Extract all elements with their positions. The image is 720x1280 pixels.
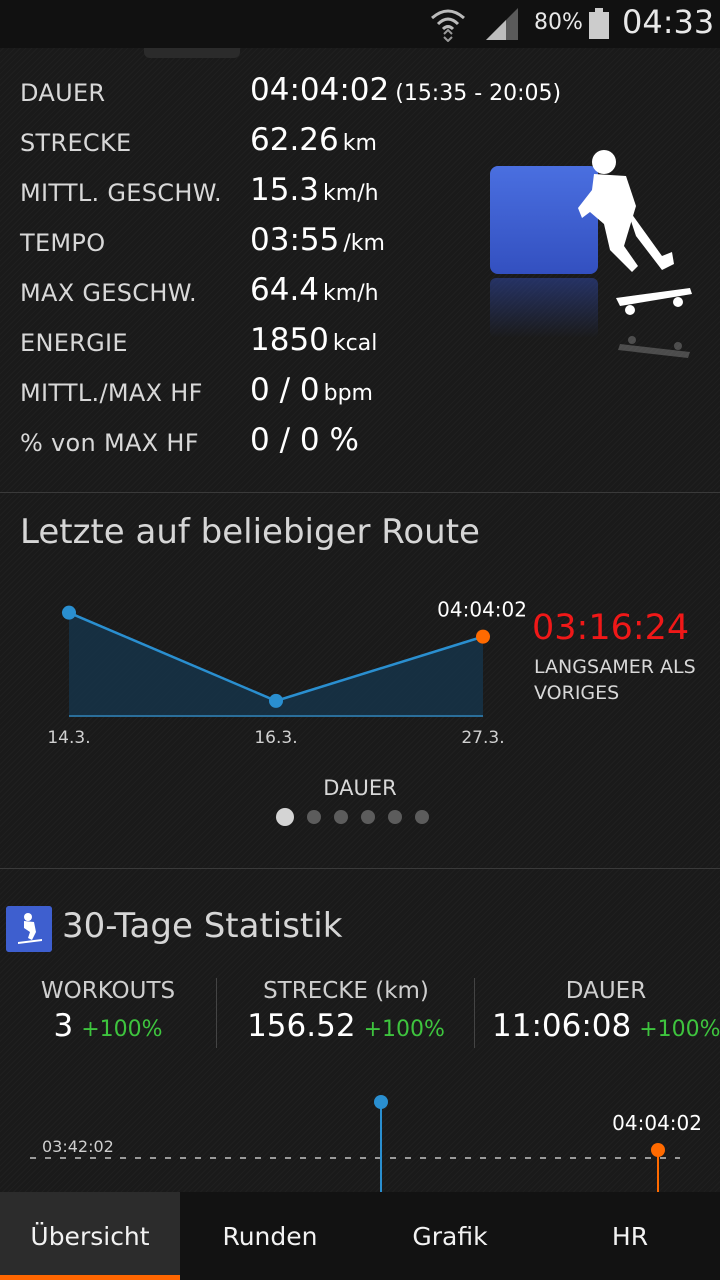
stat-label-energy: ENERGIE [20,329,128,357]
signal-icon [486,8,518,40]
stat-number: 15.3 [250,172,320,208]
stat-number: 62.26 [250,122,339,158]
stats30-distance: STRECKE (km) 156.52 +100% [232,978,460,1044]
stats30-workouts: WORKOUTS 3 +100% [20,978,196,1044]
x-tick-label: 27.3. [461,728,504,748]
change-percent: +100% [363,1017,445,1042]
chart-point [62,605,76,620]
stat-number: 64.4 [250,272,320,308]
pull-tab[interactable] [144,48,240,58]
pager-dot[interactable] [388,810,402,824]
status-bar: 80% 04:33 [0,0,720,48]
data-point-current [651,1143,665,1157]
tab-laps[interactable]: Runden [180,1192,360,1280]
column-header: STRECKE (km) [263,978,429,1004]
stat-value-avg-speed: 15.3 km/h [250,172,379,208]
current-value-label: 04:04:02 [437,598,527,622]
average-label: 03:42:02 [42,1137,114,1156]
tab-graph[interactable]: Grafik [360,1192,540,1280]
stats30-title: 30-Tage Statistik [62,906,343,946]
stats30-summary: WORKOUTS 3 +100% STRECKE (km) 156.52 +100%… [0,978,720,1050]
x-tick-label: 14.3. [47,728,90,748]
stat-number: 0 / 0 [250,372,320,408]
stat-number: 0 / 0 % [250,422,359,458]
battery-percent: 80% [534,10,583,35]
section-divider [0,492,720,493]
stat-value-duration: 04:04:02 (15:35 - 20:05) [250,72,561,108]
tab-overview[interactable]: Übersicht [0,1192,180,1280]
skateboard-small-icon [6,906,52,952]
wifi-icon [431,9,465,42]
stat-unit: km/h [323,281,379,306]
stat-value-pace: 03:55/km [250,222,385,258]
stats30-duration: DAUER 11:06:08 +100% [492,978,720,1044]
chart-caption: DAUER [323,776,397,800]
stat-value-energy: 1850 kcal [250,322,377,358]
route-section-title: Letzte auf beliebiger Route [20,512,480,552]
battery-icon [589,8,609,39]
stat-unit: /km [343,231,385,256]
skateboarding-sport-icon[interactable] [486,146,700,396]
section-divider [0,868,720,869]
stat-label-avg-speed: MITTL. GESCHW. [20,179,222,207]
pager-dot[interactable] [415,810,429,824]
pager-dot[interactable] [334,810,348,824]
stat-unit: kcal [332,331,378,356]
chart-pager[interactable] [276,808,429,826]
stat-label-pace: TEMPO [20,229,106,257]
tab-hr[interactable]: HR [540,1192,720,1280]
stat-value-heart-rate: 0 / 0 bpm [250,372,373,408]
stat-label-max-hr-percent: % von MAX HF [20,429,199,457]
stat-number: 1850 [250,322,329,358]
pager-dot[interactable] [276,808,294,826]
column-value: 3 [53,1008,74,1044]
column-separator [216,978,217,1048]
column-value: 156.52 [247,1008,356,1044]
difference-note: LANGSAMER ALS VORIGES [534,656,696,704]
stat-number: 04:04:02 [250,72,390,108]
data-point [374,1095,388,1109]
pager-dot[interactable] [361,810,375,824]
stat-label-heart-rate: MITTL./MAX HF [20,379,203,407]
stat-value-distance: 62.26 km [250,122,377,158]
stat-value-max-speed: 64.4 km/h [250,272,379,308]
change-percent: +100% [81,1017,163,1042]
chart-point [476,629,490,644]
stat-time-range: (15:35 - 20:05) [395,81,562,106]
column-separator [474,978,475,1048]
clock: 04:33 [622,3,715,41]
stat-unit: km/h [323,181,379,206]
stat-unit: km [342,131,377,156]
stat-unit: bpm [323,381,373,406]
current-value-label: 04:04:02 [612,1111,702,1135]
stat-label-max-speed: MAX GESCHW. [20,279,197,307]
column-header: WORKOUTS [40,978,176,1004]
change-percent: +100% [639,1017,720,1042]
chart-point [269,693,283,708]
duration-difference: 03:16:24 [532,608,690,648]
stat-label-distance: STRECKE [20,129,132,157]
column-header: DAUER [565,978,647,1004]
bottom-tab-bar: Übersicht Runden Grafik HR [0,1192,720,1280]
stat-value-max-hr-percent: 0 / 0 % [250,422,359,458]
stat-number: 03:55 [250,222,340,258]
pager-dot[interactable] [307,810,321,824]
x-tick-label: 16.3. [254,728,297,748]
route-duration-chart[interactable]: 14.3. 16.3. 27.3. 04:04:02 [30,590,530,760]
stats30-duration-chart[interactable]: 03:42:02 04:04:02 [0,1080,720,1192]
stat-label-duration: DAUER [20,79,106,107]
column-value: 11:06:08 [492,1008,632,1044]
